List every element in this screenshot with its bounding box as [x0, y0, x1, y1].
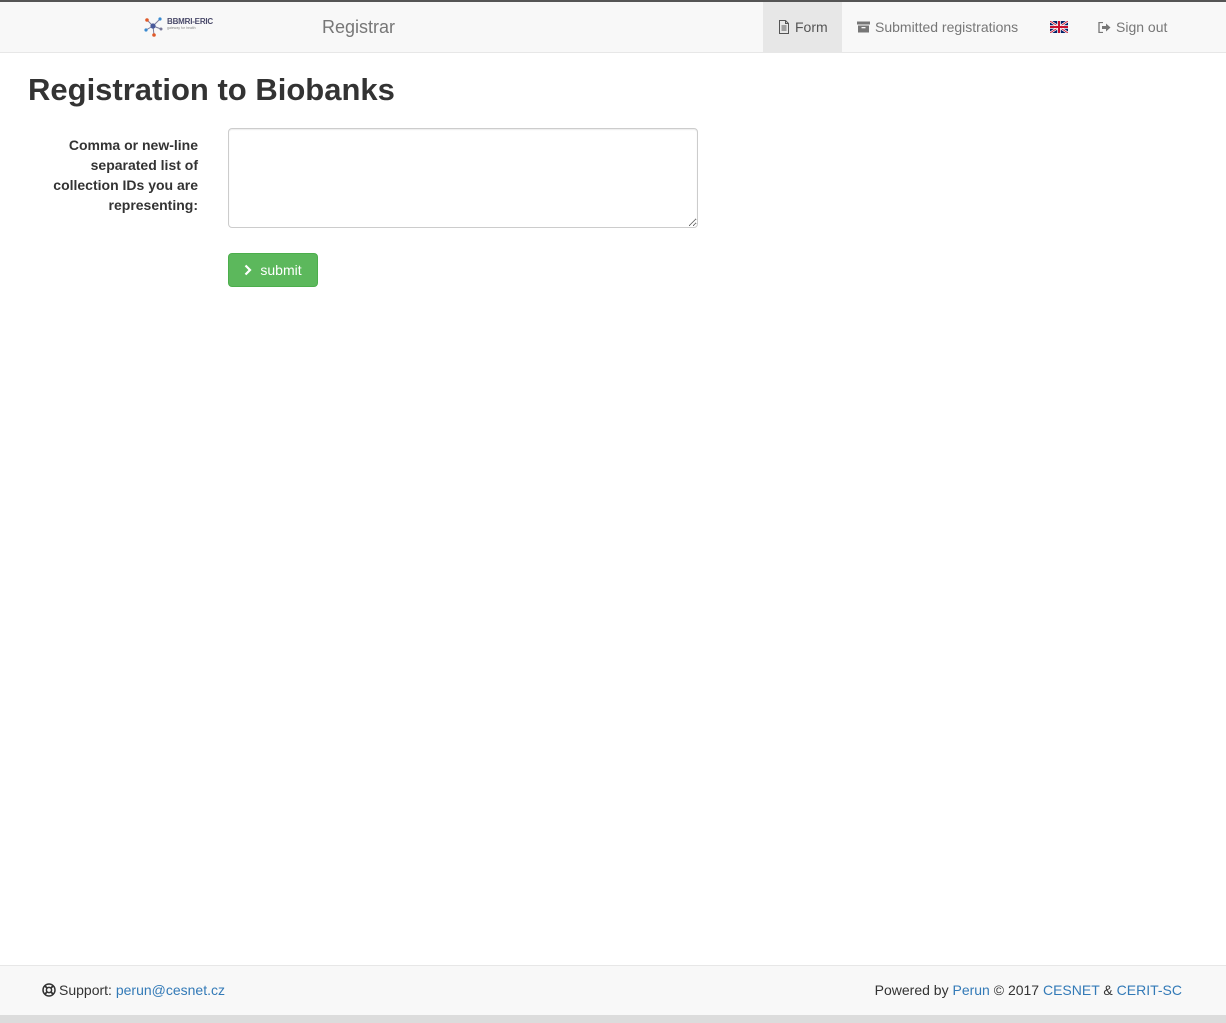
logo-tagline: gateway for health [167, 26, 196, 30]
submit-button[interactable]: submit [228, 253, 318, 287]
page-title: Registration to Biobanks [28, 72, 395, 107]
nav-form-label: Form [795, 19, 828, 35]
logo-name: BBMRI-ERIC [167, 17, 213, 26]
chevron-right-icon [244, 264, 252, 276]
footer-bottom-bar [0, 1015, 1226, 1023]
ampersand: & [1103, 982, 1113, 998]
collection-ids-label: Comma or new-line separated list of coll… [53, 137, 198, 213]
archive-icon [857, 21, 870, 33]
cerit-sc-link[interactable]: CERIT-SC [1117, 982, 1182, 998]
powered-by: Powered by Perun © 2017 CESNET & CERIT-S… [875, 982, 1182, 998]
powered-by-label: Powered by [874, 982, 949, 998]
log-out-icon [1098, 21, 1111, 33]
perun-link[interactable]: Perun [952, 982, 989, 998]
support-label: Support: [59, 982, 112, 998]
copyright: © 2017 [993, 982, 1040, 998]
lifebuoy-icon [42, 983, 56, 997]
support-email-link[interactable]: perun@cesnet.cz [116, 982, 225, 998]
cesnet-link[interactable]: CESNET [1043, 982, 1100, 998]
uk-flag-icon [1050, 21, 1068, 33]
file-icon [778, 20, 790, 34]
logo-network-icon [144, 17, 163, 37]
logo[interactable]: BBMRI-ERIC gateway for health [144, 16, 224, 42]
footer: Support: perun@cesnet.cz Powered by Peru… [0, 965, 1226, 1015]
submit-label: submit [260, 262, 302, 278]
nav-sign-out[interactable]: Sign out [1083, 2, 1182, 52]
brand-title[interactable]: Registrar [322, 17, 395, 38]
collection-ids-textarea[interactable] [228, 128, 698, 228]
nav-submitted-registrations[interactable]: Submitted registrations [842, 2, 1033, 52]
navbar: BBMRI-ERIC gateway for health Registrar … [0, 2, 1226, 53]
nav-submitted-label: Submitted registrations [875, 19, 1019, 35]
nav-language[interactable] [1035, 2, 1083, 52]
nav-form[interactable]: Form [763, 2, 842, 52]
nav-sign-out-label: Sign out [1116, 19, 1168, 35]
support-info: Support: perun@cesnet.cz [42, 982, 225, 998]
